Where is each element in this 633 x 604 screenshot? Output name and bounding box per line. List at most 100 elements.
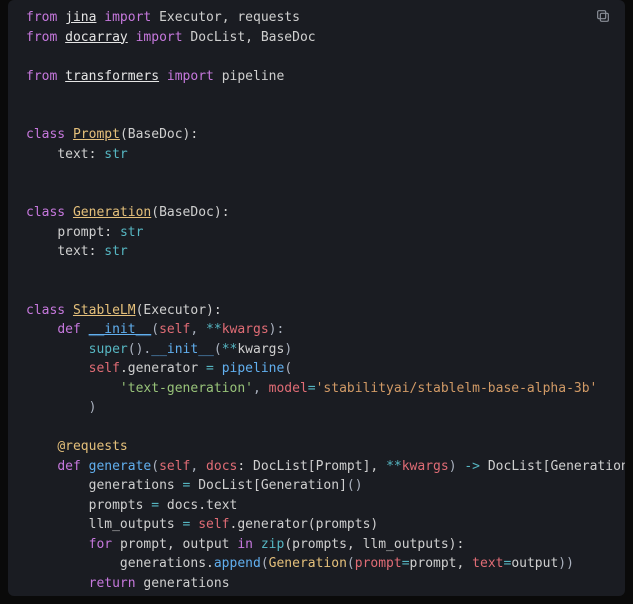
indent [26,400,89,415]
type-str: str [104,244,127,259]
indent [26,147,57,162]
paren-close: )) [558,556,574,571]
keyword-import: import [96,10,159,25]
indent [26,361,89,376]
keyword-return: return [89,576,144,591]
field-name: prompt: [57,225,120,240]
call-generator: .generator(prompts) [230,517,379,532]
code-content: from jina import Executor, requests from… [26,8,625,593]
type-annotation: : DocList[Prompt], [237,459,386,474]
zip-args: (prompts, llm_outputs): [284,537,464,552]
builtin-zip: zip [261,537,284,552]
return-type: DocList[Generation]: [488,459,625,474]
var-prompts: prompts [89,498,152,513]
method-init: __init__ [89,322,152,337]
indent [26,478,89,493]
attr-generator: .generator [120,361,206,376]
param-kwargs: kwargs [222,322,269,337]
arrow: -> [464,459,487,474]
indent [26,322,57,337]
indent [26,576,89,591]
indent [26,381,120,396]
self-ref: self [198,517,229,532]
import-symbols: DocList, BaseDoc [190,30,315,45]
keyword-from: from [26,10,65,25]
keyword-import: import [159,69,222,84]
indent [26,225,57,240]
comma: , [190,459,206,474]
indent [26,439,57,454]
module-docarray: docarray [65,30,128,45]
keyword-class: class [26,303,73,318]
import-symbols: pipeline [222,69,285,84]
indent [26,517,89,532]
equals: = [183,478,199,493]
module-jina: jina [65,10,96,25]
paren: ) [449,459,465,474]
paren: ( [347,556,355,571]
call-parens: () [347,478,363,493]
code-block: from jina import Executor, requests from… [8,0,625,596]
self-ref: self [89,361,120,376]
keyword-def: def [57,459,88,474]
indent [26,244,57,259]
param-kwargs: kwargs [402,459,449,474]
string-model-id: 'stabilityai/stablelm-base-alpha-3b' [316,381,598,396]
keyword-from: from [26,69,65,84]
doclist-ctor: DocList[Generation] [198,478,347,493]
paren: ( [261,556,269,571]
kwarg-prompt: prompt [355,556,402,571]
equals: = [402,556,410,571]
paren: ( [151,322,159,337]
var-generations: generations [89,478,183,493]
paren: ) [89,400,97,415]
var-llm-outputs: llm_outputs [89,517,183,532]
equals: = [206,361,222,376]
super-call: super [89,342,128,357]
arg-kwargs: kwargs [237,342,284,357]
equals: = [308,381,316,396]
field-name: text: [57,244,104,259]
comma: , [253,381,269,396]
method-append: append [214,556,261,571]
fn-pipeline: pipeline [222,361,285,376]
keyword-class: class [26,127,73,142]
field-name: text: [57,147,104,162]
keyword-class: class [26,205,73,220]
import-symbols: Executor, requests [159,10,300,25]
param-self: self [159,459,190,474]
keyword-def: def [57,322,88,337]
param-docs: docs [206,459,237,474]
indent [26,342,89,357]
string-text-generation: 'text-generation' [120,381,253,396]
type-str: str [104,147,127,162]
return-var: generations [143,576,229,591]
loop-vars: prompt, output [120,537,237,552]
paren-colon: ): [269,322,285,337]
star-star: ** [206,322,222,337]
keyword-for: for [89,537,120,552]
module-transformers: transformers [65,69,159,84]
punc: (). [128,342,151,357]
indent [26,556,120,571]
comma: , [190,322,206,337]
class-generation-ctor: Generation [269,556,347,571]
paren: ( [151,459,159,474]
copy-icon [595,8,611,24]
indent [26,498,89,513]
class-stablelm: StableLM [73,303,136,318]
kwarg-model: model [269,381,308,396]
decorator-requests: @requests [57,439,127,454]
val-prompt: prompt, [410,556,473,571]
val-output: output [511,556,558,571]
param-self: self [159,322,190,337]
equals: = [183,517,199,532]
generations-dot: generations. [120,556,214,571]
copy-button[interactable] [595,8,615,28]
class-bases: (Executor): [136,303,222,318]
paren: ( [284,361,292,376]
keyword-from: from [26,30,65,45]
class-bases: (BaseDoc): [120,127,198,142]
paren: ) [284,342,292,357]
star-star: ** [222,342,238,357]
